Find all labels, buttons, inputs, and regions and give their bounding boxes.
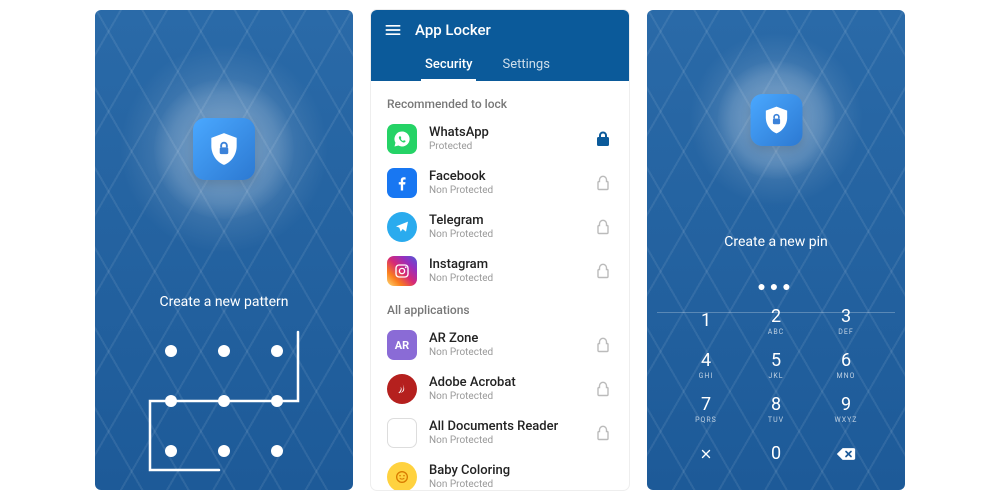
tab-security[interactable]: Security — [421, 50, 476, 81]
lock-outline-icon — [596, 425, 610, 441]
logo-glow — [689, 32, 864, 207]
key-5[interactable]: 5JKL — [741, 344, 811, 388]
screen-app-list: App Locker Security Settings Recommended… — [371, 10, 629, 490]
lock-toggle[interactable] — [593, 381, 613, 397]
telegram-icon — [387, 212, 417, 242]
pin-dots: ●●● — [647, 278, 905, 295]
pattern-dot[interactable] — [165, 395, 177, 407]
pattern-dot[interactable] — [165, 445, 177, 457]
app-logo — [193, 118, 255, 180]
whatsapp-icon — [387, 124, 417, 154]
arzone-icon: AR — [387, 330, 417, 360]
app-name: Instagram — [429, 258, 581, 273]
section-header-all: All applications — [371, 293, 629, 323]
shield-lock-icon — [205, 130, 243, 168]
lock-outline-icon — [596, 219, 610, 235]
pattern-grid[interactable] — [144, 326, 304, 476]
pattern-dot[interactable] — [218, 445, 230, 457]
list-item[interactable]: Adobe Acrobat Non Protected — [371, 367, 629, 411]
logo-glow — [119, 44, 329, 254]
lock-toggle[interactable] — [593, 219, 613, 235]
app-status: Non Protected — [429, 273, 581, 285]
acrobat-icon — [387, 374, 417, 404]
tab-settings[interactable]: Settings — [498, 50, 553, 81]
pattern-prompt: Create a new pattern — [95, 294, 353, 310]
lock-toggle[interactable] — [593, 131, 613, 147]
pattern-dot[interactable] — [165, 345, 177, 357]
app-status: Non Protected — [429, 479, 581, 490]
instagram-icon — [387, 256, 417, 286]
baby-coloring-icon — [387, 462, 417, 490]
key-3[interactable]: 3DEF — [811, 300, 881, 344]
app-status: Non Protected — [429, 347, 581, 359]
list-item[interactable]: WhatsApp Protected — [371, 117, 629, 161]
app-status: Protected — [429, 141, 581, 153]
pattern-dot[interactable] — [271, 345, 283, 357]
list-item[interactable]: Baby Coloring Non Protected — [371, 455, 629, 490]
facebook-icon — [387, 168, 417, 198]
lock-outline-icon — [596, 175, 610, 191]
pin-prompt: Create a new pin — [647, 234, 905, 250]
key-8[interactable]: 8TUV — [741, 388, 811, 432]
lock-outline-icon — [596, 381, 610, 397]
hamburger-icon[interactable] — [383, 20, 403, 40]
backspace-icon — [836, 447, 856, 461]
key-7[interactable]: 7PQRS — [671, 388, 741, 432]
app-name: Facebook — [429, 170, 581, 185]
key-backspace[interactable] — [811, 432, 881, 476]
lock-toggle[interactable] — [593, 175, 613, 191]
pattern-dot[interactable] — [271, 445, 283, 457]
app-title: App Locker — [415, 21, 491, 39]
documents-reader-icon — [387, 418, 417, 448]
list-item[interactable]: Instagram Non Protected — [371, 249, 629, 293]
list-item[interactable]: AR AR Zone Non Protected — [371, 323, 629, 367]
app-name: WhatsApp — [429, 126, 581, 141]
key-2[interactable]: 2ABC — [741, 300, 811, 344]
shield-lock-icon — [760, 104, 792, 136]
pattern-dot[interactable] — [218, 395, 230, 407]
topbar: App Locker Security Settings — [371, 10, 629, 81]
app-name: Adobe Acrobat — [429, 376, 581, 391]
keypad: 1 2ABC 3DEF 4GHI 5JKL 6MNO 7PQRS 8TUV 9W… — [647, 300, 905, 476]
key-0[interactable]: 0 — [741, 432, 811, 476]
key-cancel[interactable] — [671, 432, 741, 476]
app-status: Non Protected — [429, 185, 581, 197]
app-name: All Documents Reader — [429, 420, 581, 435]
key-4[interactable]: 4GHI — [671, 344, 741, 388]
app-status: Non Protected — [429, 229, 581, 241]
lock-toggle[interactable] — [593, 337, 613, 353]
lock-toggle[interactable] — [593, 263, 613, 279]
key-6[interactable]: 6MNO — [811, 344, 881, 388]
app-list[interactable]: Recommended to lock WhatsApp Protected F… — [371, 81, 629, 490]
lock-toggle[interactable] — [593, 425, 613, 441]
list-item[interactable]: All Documents Reader Non Protected — [371, 411, 629, 455]
key-9[interactable]: 9WXYZ — [811, 388, 881, 432]
tabs: Security Settings — [383, 50, 617, 81]
app-logo — [750, 94, 802, 146]
lock-filled-icon — [596, 131, 610, 147]
lock-outline-icon — [596, 263, 610, 279]
app-status: Non Protected — [429, 435, 581, 447]
screen-create-pin: Create a new pin ●●● 1 2ABC 3DEF 4GHI 5J… — [647, 10, 905, 490]
close-icon — [699, 447, 713, 461]
list-item[interactable]: Facebook Non Protected — [371, 161, 629, 205]
section-header-recommended: Recommended to lock — [371, 87, 629, 117]
list-item[interactable]: Telegram Non Protected — [371, 205, 629, 249]
app-name: Baby Coloring — [429, 464, 581, 479]
pattern-dot[interactable] — [218, 345, 230, 357]
key-1[interactable]: 1 — [671, 300, 741, 344]
app-status: Non Protected — [429, 391, 581, 403]
app-name: AR Zone — [429, 332, 581, 347]
pattern-dot[interactable] — [271, 395, 283, 407]
app-name: Telegram — [429, 214, 581, 229]
lock-outline-icon — [596, 337, 610, 353]
screen-create-pattern: Create a new pattern — [95, 10, 353, 490]
